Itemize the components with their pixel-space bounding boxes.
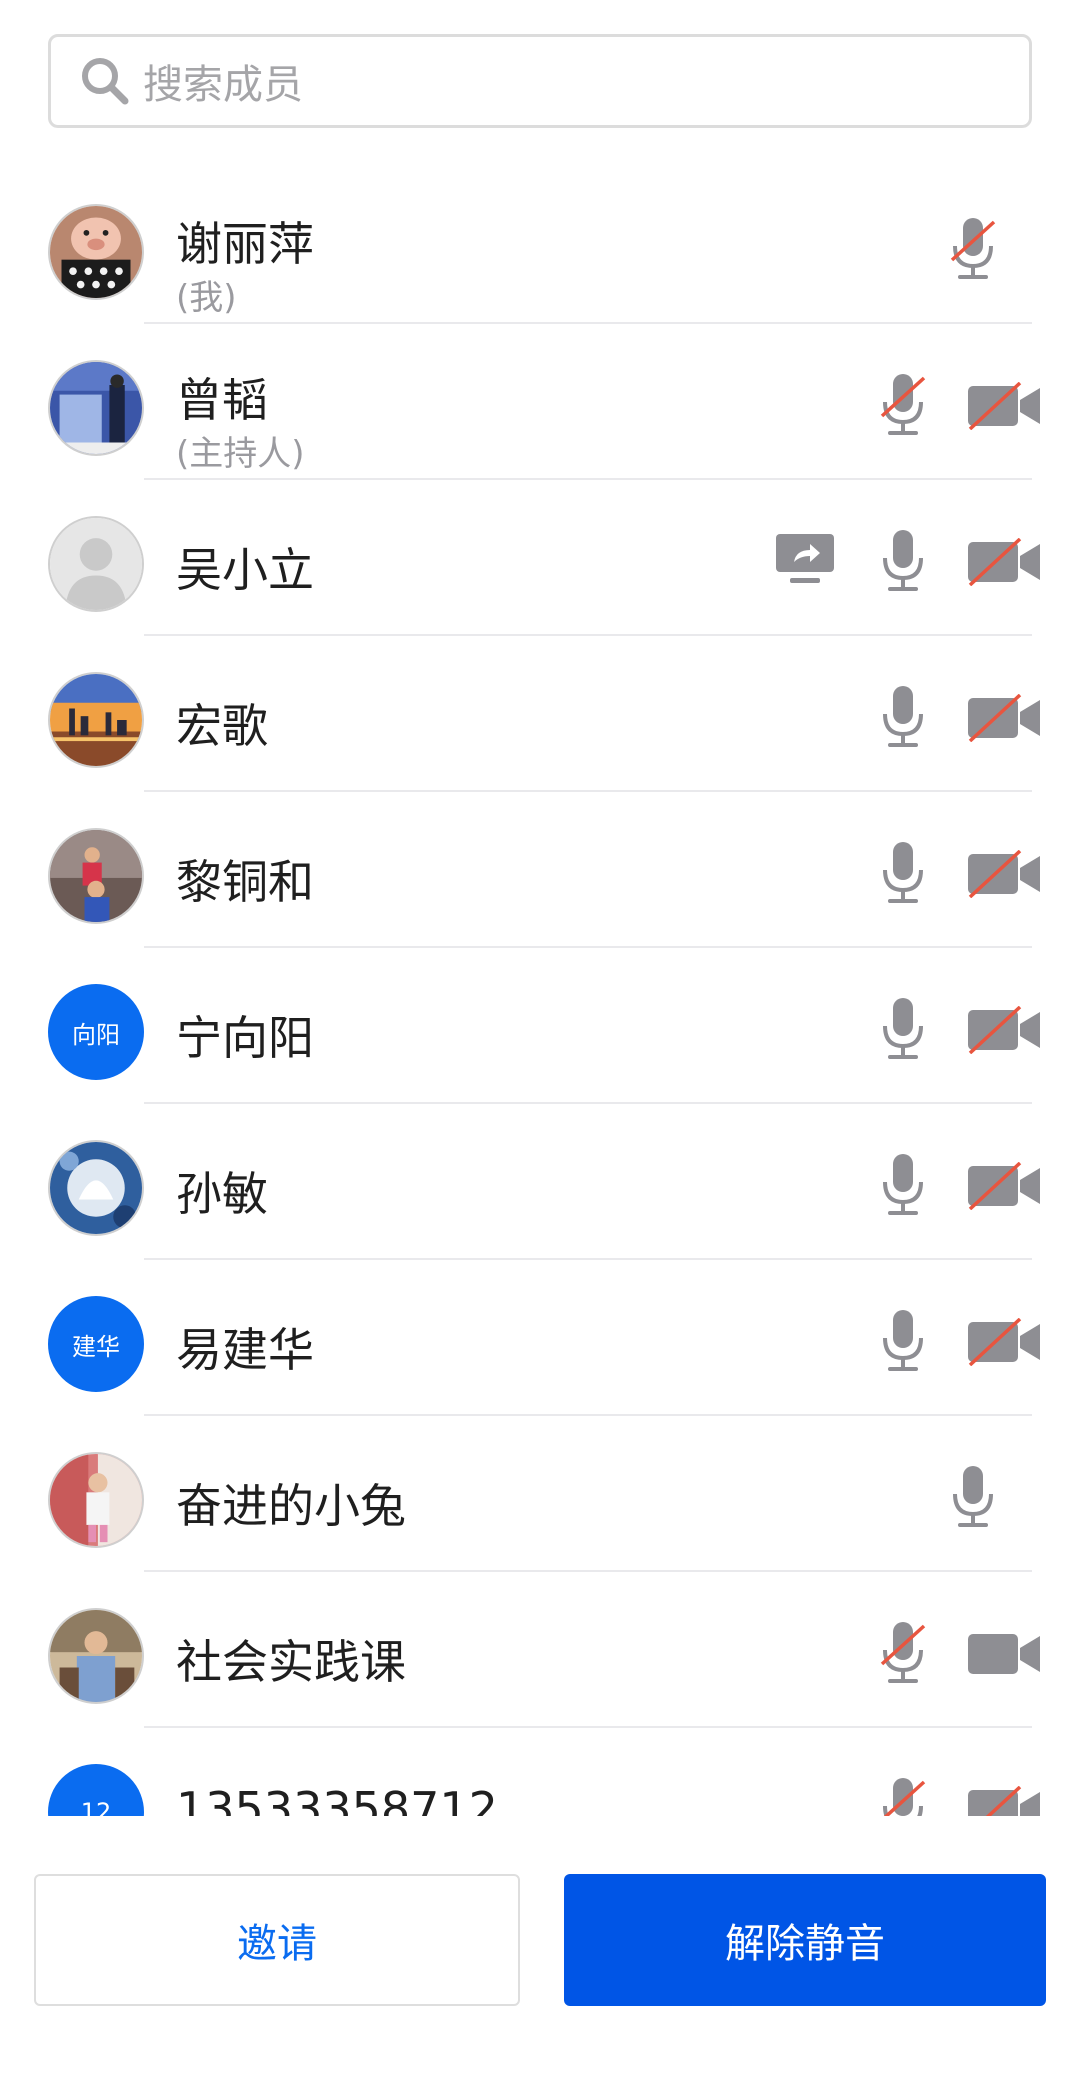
avatar: [48, 1140, 144, 1236]
avatar: [48, 828, 144, 924]
camera-off-icon[interactable]: [968, 382, 1040, 430]
participant-name: 吴小立: [176, 543, 314, 597]
camera-off-icon[interactable]: [968, 850, 1040, 898]
participant-name: 宏歌: [176, 699, 268, 753]
participant-row[interactable]: 向阳 宁向阳: [0, 948, 1080, 1104]
camera-off-icon[interactable]: [968, 1162, 1040, 1210]
search-input[interactable]: 搜索成员: [48, 34, 1032, 128]
participant-name: 黎铜和: [176, 855, 314, 909]
mic-icon[interactable]: [948, 1462, 998, 1532]
mic-muted-icon[interactable]: [878, 1774, 928, 1816]
participant-row[interactable]: 黎铜和: [0, 792, 1080, 948]
participant-row[interactable]: 宏歌: [0, 636, 1080, 792]
participant-name: 曾韬: [176, 373, 268, 427]
avatar-initials: 建华: [48, 1296, 144, 1392]
participant-name: 孙敏: [176, 1167, 268, 1221]
avatar: [48, 516, 144, 612]
participant-row[interactable]: 曾韬 (主持人): [0, 324, 1080, 480]
mic-muted-icon[interactable]: [878, 1618, 928, 1688]
avatar-initials: 12: [48, 1764, 144, 1816]
participant-row[interactable]: 建华 易建华: [0, 1260, 1080, 1416]
participant-row[interactable]: 吴小立: [0, 480, 1080, 636]
screen-share-icon[interactable]: [776, 534, 834, 586]
search-placeholder: 搜索成员: [143, 62, 303, 108]
camera-off-icon[interactable]: [968, 1006, 1040, 1054]
participant-row[interactable]: 孙敏: [0, 1104, 1080, 1260]
participant-name: 社会实践课: [176, 1635, 406, 1689]
mic-icon[interactable]: [878, 994, 928, 1064]
mic-muted-icon[interactable]: [948, 214, 998, 284]
camera-off-icon[interactable]: [968, 1786, 1040, 1816]
avatar: [48, 1608, 144, 1704]
avatar: [48, 204, 144, 300]
participant-name: 13533358712: [176, 1782, 498, 1816]
footer-bar: 邀请 解除静音: [0, 1816, 1080, 2097]
participant-row[interactable]: 社会实践课: [0, 1572, 1080, 1728]
mic-icon[interactable]: [878, 1150, 928, 1220]
participant-name: 谢丽萍: [176, 217, 314, 271]
unmute-all-button[interactable]: 解除静音: [564, 1874, 1046, 2006]
camera-on-icon[interactable]: [968, 1630, 1040, 1678]
avatar: [48, 672, 144, 768]
mic-icon[interactable]: [878, 526, 928, 596]
participant-role: (主持人): [176, 434, 305, 474]
participant-role: (我): [176, 278, 237, 318]
avatar-initials: 向阳: [48, 984, 144, 1080]
participant-name: 奋进的小兔: [176, 1479, 406, 1533]
camera-off-icon[interactable]: [968, 538, 1040, 586]
camera-off-icon[interactable]: [968, 1318, 1040, 1366]
participant-name: 宁向阳: [176, 1011, 314, 1065]
participant-name: 易建华: [176, 1323, 314, 1377]
search-icon: [79, 55, 131, 107]
participant-row[interactable]: 奋进的小兔: [0, 1416, 1080, 1572]
participant-row[interactable]: 12 13533358712: [0, 1728, 1080, 1816]
mic-muted-icon[interactable]: [878, 370, 928, 440]
mic-icon[interactable]: [878, 1306, 928, 1376]
avatar: [48, 1452, 144, 1548]
invite-button[interactable]: 邀请: [34, 1874, 520, 2006]
participant-list[interactable]: 谢丽萍 (我) 曾韬 (主持人) 吴小立 宏歌 黎铜和 向阳 宁向阳 孙敏 建华…: [0, 168, 1080, 1816]
avatar: [48, 360, 144, 456]
camera-off-icon[interactable]: [968, 694, 1040, 742]
mic-icon[interactable]: [878, 838, 928, 908]
participant-row[interactable]: 谢丽萍 (我): [0, 168, 1080, 324]
mic-icon[interactable]: [878, 682, 928, 752]
